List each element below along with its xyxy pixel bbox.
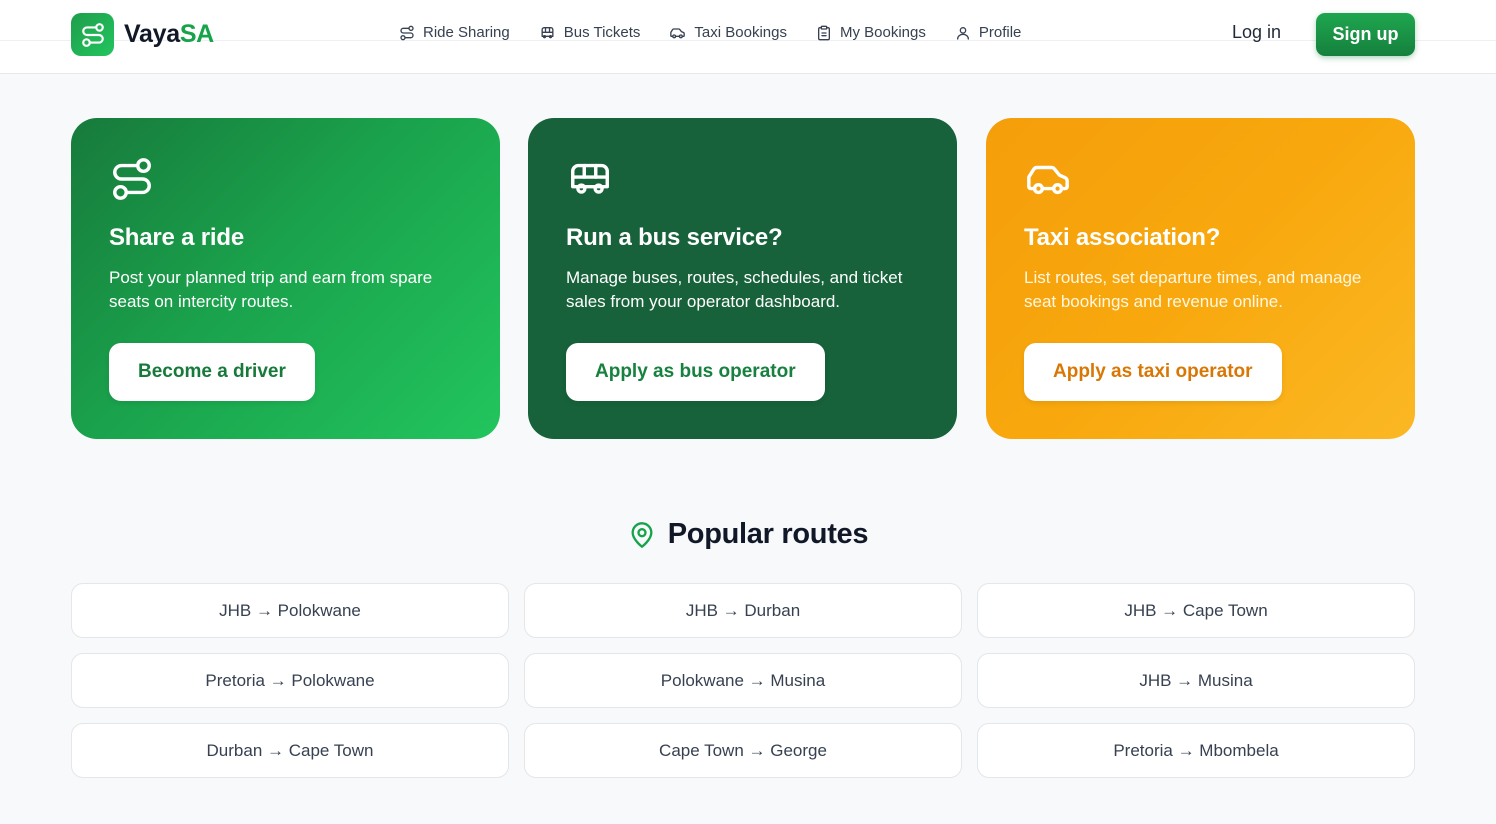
apply-bus-operator-button[interactable]: Apply as bus operator — [566, 343, 825, 401]
route-link[interactable]: Polokwane → Musina — [524, 653, 962, 708]
nav-label: My Bookings — [839, 24, 926, 41]
car-icon — [670, 27, 686, 38]
routes-grid: JHB → Polokwane JHB → Durban JHB → Cape … — [71, 583, 1415, 778]
popular-routes-heading: Popular routes — [0, 518, 1496, 551]
route-icon — [109, 156, 462, 204]
map-pin-icon — [631, 521, 653, 548]
route-link[interactable]: JHB → Polokwane — [71, 583, 509, 638]
route-icon — [400, 25, 414, 40]
nav-label: Bus Tickets — [563, 24, 641, 41]
route-link[interactable]: JHB → Cape Town — [977, 583, 1415, 638]
nav-profile[interactable]: Profile — [955, 24, 1022, 41]
share-ride-card: Share a ride Post your planned trip and … — [71, 118, 500, 439]
route-link[interactable]: Pretoria → Mbombela — [977, 723, 1415, 778]
nav-label: Taxi Bookings — [694, 24, 787, 41]
card-description: Post your planned trip and earn from spa… — [109, 268, 433, 311]
card-title: Share a ride — [109, 224, 245, 251]
signup-button[interactable]: Sign up — [1316, 13, 1415, 56]
user-icon — [956, 26, 969, 40]
taxi-association-card: Taxi association? List routes, set depar… — [986, 118, 1415, 439]
main-nav: Ride Sharing Bus Tickets Taxi Bookings M… — [399, 24, 1050, 41]
apply-taxi-operator-button[interactable]: Apply as taxi operator — [1024, 343, 1282, 401]
top-header: VayaSA Ride Sharing Bus Tickets Taxi Boo… — [0, 0, 1496, 74]
route-link[interactable]: Durban → Cape Town — [71, 723, 509, 778]
become-driver-button[interactable]: Become a driver — [109, 343, 315, 401]
nav-label: Profile — [978, 24, 1022, 41]
card-title: Run a bus service? — [566, 224, 783, 251]
card-title: Taxi association? — [1024, 224, 1221, 251]
clipboard-icon — [817, 25, 830, 40]
brand-logo-link[interactable]: VayaSA — [71, 13, 214, 56]
card-description: Manage buses, routes, schedules, and tic… — [566, 268, 903, 311]
brand-name: VayaSA — [124, 20, 214, 48]
bus-icon — [541, 26, 554, 38]
route-link[interactable]: Pretoria → Polokwane — [71, 653, 509, 708]
nav-label: Ride Sharing — [423, 24, 510, 41]
nav-my-bookings[interactable]: My Bookings — [816, 24, 926, 41]
route-link[interactable]: Cape Town → George — [524, 723, 962, 778]
bus-icon — [566, 156, 919, 204]
card-description: List routes, set departure times, and ma… — [1024, 268, 1362, 311]
nav-bus-tickets[interactable]: Bus Tickets — [539, 24, 641, 41]
section-title: Popular routes — [667, 518, 869, 550]
nav-taxi-bookings[interactable]: Taxi Bookings — [669, 24, 787, 41]
nav-ride-sharing[interactable]: Ride Sharing — [399, 24, 510, 41]
car-icon — [1024, 156, 1377, 204]
route-link[interactable]: JHB → Durban — [524, 583, 962, 638]
route-link[interactable]: JHB → Musina — [977, 653, 1415, 708]
route-icon — [71, 13, 114, 56]
bus-service-card: Run a bus service? Manage buses, routes,… — [528, 118, 957, 439]
login-link[interactable]: Log in — [1232, 22, 1281, 43]
